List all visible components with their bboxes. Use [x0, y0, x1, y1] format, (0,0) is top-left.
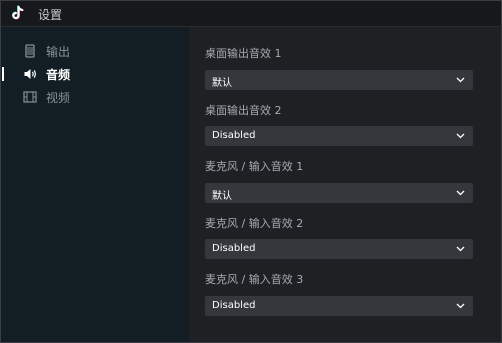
- mic-audio-1-select[interactable]: 默认: [205, 183, 473, 203]
- settings-window: 设置 输出 音频 视频 桌面输出音效 1 默认 桌面输出音效 2 Disable…: [0, 0, 502, 343]
- settings-sidebar: 输出 音频 视频: [1, 27, 189, 342]
- select-value: Disabled: [212, 130, 256, 141]
- sidebar-item-output[interactable]: 输出: [1, 41, 189, 61]
- mic-audio-3-select[interactable]: Disabled: [205, 296, 473, 316]
- select-value: Disabled: [212, 300, 256, 311]
- sidebar-item-label: 音频: [46, 68, 71, 82]
- desktop-audio-1-select[interactable]: 默认: [205, 70, 473, 90]
- mic-audio-1-label: 麦克风 / 输入音效 1: [205, 160, 304, 173]
- chevron-down-icon: [456, 190, 465, 196]
- mic-audio-2-label: 麦克风 / 输入音效 2: [205, 217, 304, 230]
- output-icon: [25, 44, 35, 58]
- mic-audio-3-label: 麦克风 / 输入音效 3: [205, 273, 304, 286]
- film-icon: [23, 91, 37, 103]
- audio-settings-panel: 桌面输出音效 1 默认 桌面输出音效 2 Disabled 麦克风 / 输入音效…: [189, 27, 501, 342]
- tiktok-logo-icon: [12, 5, 24, 20]
- select-value: Disabled: [212, 243, 256, 254]
- active-indicator: [2, 67, 4, 81]
- sidebar-item-video[interactable]: 视频: [1, 87, 189, 107]
- sidebar-item-label: 输出: [46, 45, 71, 59]
- desktop-audio-2-label: 桌面输出音效 2: [205, 104, 282, 117]
- title-bar: 设置: [1, 1, 501, 27]
- select-value: 默认: [212, 191, 232, 202]
- chevron-down-icon: [456, 133, 465, 139]
- desktop-audio-2-select[interactable]: Disabled: [205, 126, 473, 146]
- chevron-down-icon: [456, 303, 465, 309]
- mic-audio-2-select[interactable]: Disabled: [205, 239, 473, 259]
- sidebar-item-label: 视频: [46, 91, 71, 105]
- sidebar-item-audio[interactable]: 音频: [1, 64, 189, 84]
- select-value: 默认: [212, 78, 232, 89]
- speaker-icon: [24, 69, 36, 79]
- chevron-down-icon: [456, 77, 465, 83]
- window-title: 设置: [38, 8, 63, 22]
- chevron-down-icon: [456, 246, 465, 252]
- desktop-audio-1-label: 桌面输出音效 1: [205, 47, 282, 60]
